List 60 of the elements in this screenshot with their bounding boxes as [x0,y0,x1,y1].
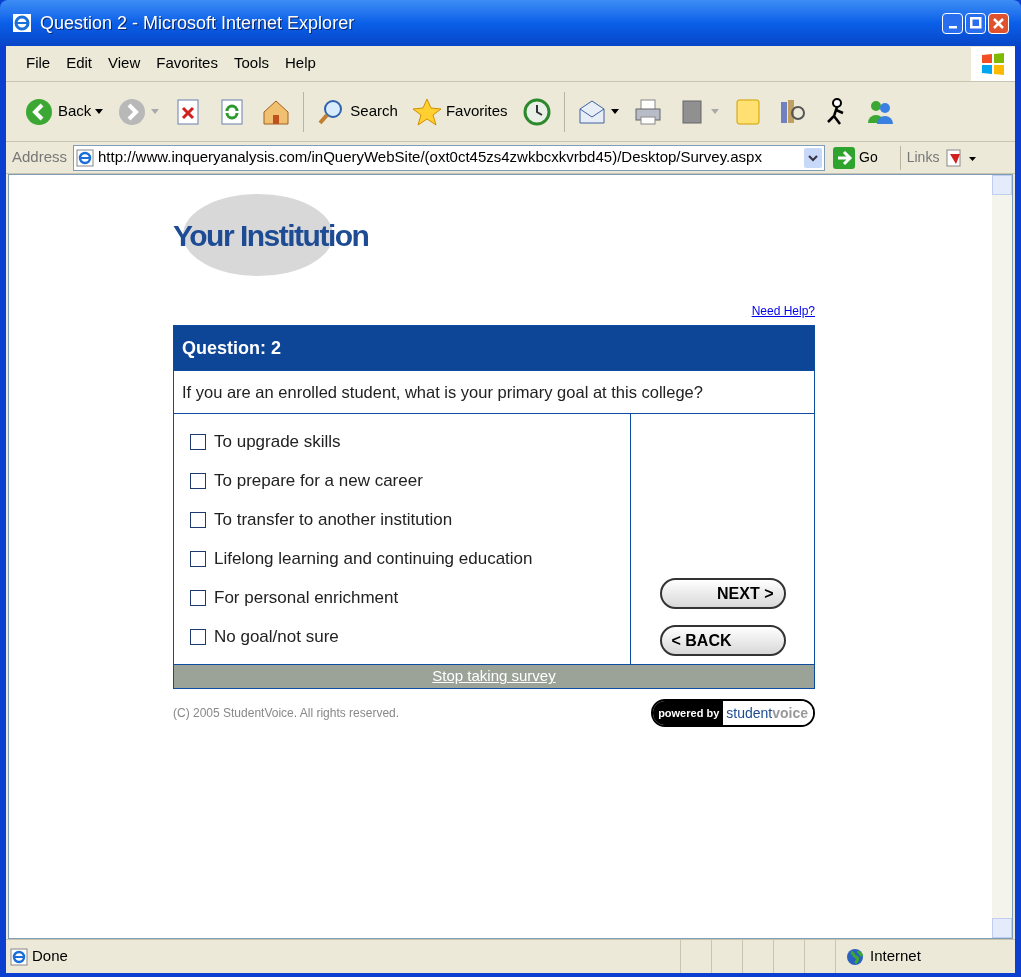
question-header: Question: 2 [174,326,814,370]
close-button[interactable] [988,12,1009,34]
dropdown-caret-icon [710,109,719,114]
arrow-right-icon [833,146,856,169]
question-text: If you are an enrolled student, what is your primary goal at this college? [174,370,814,414]
browser-icon [12,13,32,33]
window-title: Question 2 - Microsoft Internet Explorer [40,11,356,35]
checkbox[interactable] [190,629,206,645]
back-button[interactable]: Back [22,91,106,132]
history-icon [521,96,552,127]
menu-item[interactable]: Help [285,52,316,75]
windows-logo-icon [971,46,1015,81]
menu-item[interactable]: Tools [233,52,269,75]
menu-item[interactable]: File [26,52,51,75]
go-button[interactable]: Go [833,146,878,169]
menu-item[interactable]: Favorites [156,52,218,75]
institution-logo: Your Institution [173,194,369,276]
back-button[interactable]: < BACK [659,625,786,656]
search-button[interactable]: Search [314,91,400,132]
star-icon [411,96,442,127]
status-text: Done [32,946,68,967]
copyright-text: (C) 2005 StudentVoice. All rights reserved. [173,705,400,722]
zone-text: Internet [870,946,921,967]
printer-icon [632,96,663,127]
option-label[interactable]: No goal/not sure [214,624,339,650]
option-label[interactable]: To upgrade skills [214,429,341,455]
minimize-icon [948,25,957,29]
checkbox[interactable] [190,551,206,567]
checkbox[interactable] [190,512,206,528]
checkbox[interactable] [190,473,206,489]
dropdown-caret-icon [151,109,160,114]
menu-item[interactable]: View [108,52,141,75]
checkbox[interactable] [190,434,206,450]
favorites-button[interactable]: Favorites [409,91,510,132]
address-label: Address [12,147,68,168]
help-link[interactable]: Need Help? [751,302,815,320]
maximize-icon [969,17,982,29]
checkbox[interactable] [190,590,206,606]
page-icon [10,947,28,966]
powered-by-badge: powered by studentvoice [651,699,815,727]
page-icon [76,148,95,167]
option-label[interactable]: Lifelong learning and continuing education [214,546,533,572]
dropdown-caret-icon [610,109,619,114]
scrollbar[interactable] [992,175,1012,938]
dropdown-caret-icon [95,109,104,114]
forward-icon [117,96,148,127]
address-field[interactable]: http://www.inqueryanalysis.com/inQueryWebSite/(oxt0ct45zs4zwkbcxkvrbd45)/Desktop/Survey.aspx [73,144,826,171]
option-label[interactable]: For personal enrichment [214,585,399,611]
option-label[interactable]: To transfer to another institution [214,507,453,533]
globe-icon [846,947,864,966]
minimize-button[interactable] [942,12,963,34]
next-button[interactable]: NEXT > [659,578,786,609]
maximize-button[interactable] [965,12,986,34]
close-icon [993,17,1004,29]
menu-item[interactable]: Edit [66,52,93,75]
back-icon [24,96,54,127]
links-label[interactable]: Links [906,147,940,168]
document-icon[interactable] [945,147,978,168]
option-label[interactable]: To prepare for a new career [214,468,423,494]
dropdown-caret-icon[interactable] [804,147,823,168]
